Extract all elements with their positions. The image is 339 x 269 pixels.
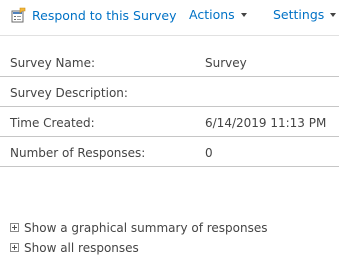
property-value: 0 <box>205 146 213 160</box>
toolbar-divider <box>0 35 339 36</box>
property-value: 6/14/2019 11:13 PM <box>205 116 327 130</box>
plus-box-icon <box>10 223 19 232</box>
property-label: Survey Name: <box>10 56 96 70</box>
property-value: Survey <box>205 56 247 70</box>
plus-box-icon <box>10 243 19 252</box>
respond-to-survey-button[interactable]: Respond to this Survey <box>10 7 177 24</box>
property-row-survey-name: Survey Name: Survey <box>0 47 339 77</box>
property-label: Time Created: <box>10 116 95 130</box>
response-links: Show a graphical summary of responses Sh… <box>10 219 268 259</box>
survey-respond-icon <box>10 7 26 23</box>
property-label: Number of Responses: <box>10 146 146 160</box>
survey-toolbar: Respond to this Survey Actions Settings <box>0 0 339 34</box>
caret-down-icon <box>330 13 337 17</box>
property-label: Survey Description: <box>10 86 128 100</box>
property-row-number-of-responses: Number of Responses: 0 <box>0 137 339 167</box>
property-row-survey-description: Survey Description: <box>0 77 339 107</box>
actions-menu[interactable]: Actions <box>189 7 247 23</box>
show-graphical-summary-link[interactable]: Show a graphical summary of responses <box>10 219 268 239</box>
actions-menu-label: Actions <box>189 7 235 22</box>
settings-menu[interactable]: Settings <box>273 7 337 23</box>
survey-properties-table: Survey Name: Survey Survey Description: … <box>0 47 339 167</box>
show-graphical-summary-label: Show a graphical summary of responses <box>24 221 268 235</box>
show-all-responses-link[interactable]: Show all responses <box>10 239 268 259</box>
caret-down-icon <box>240 13 247 17</box>
respond-to-survey-label: Respond to this Survey <box>32 8 177 23</box>
show-all-responses-label: Show all responses <box>24 241 139 255</box>
property-row-time-created: Time Created: 6/14/2019 11:13 PM <box>0 107 339 137</box>
settings-menu-label: Settings <box>273 7 325 22</box>
